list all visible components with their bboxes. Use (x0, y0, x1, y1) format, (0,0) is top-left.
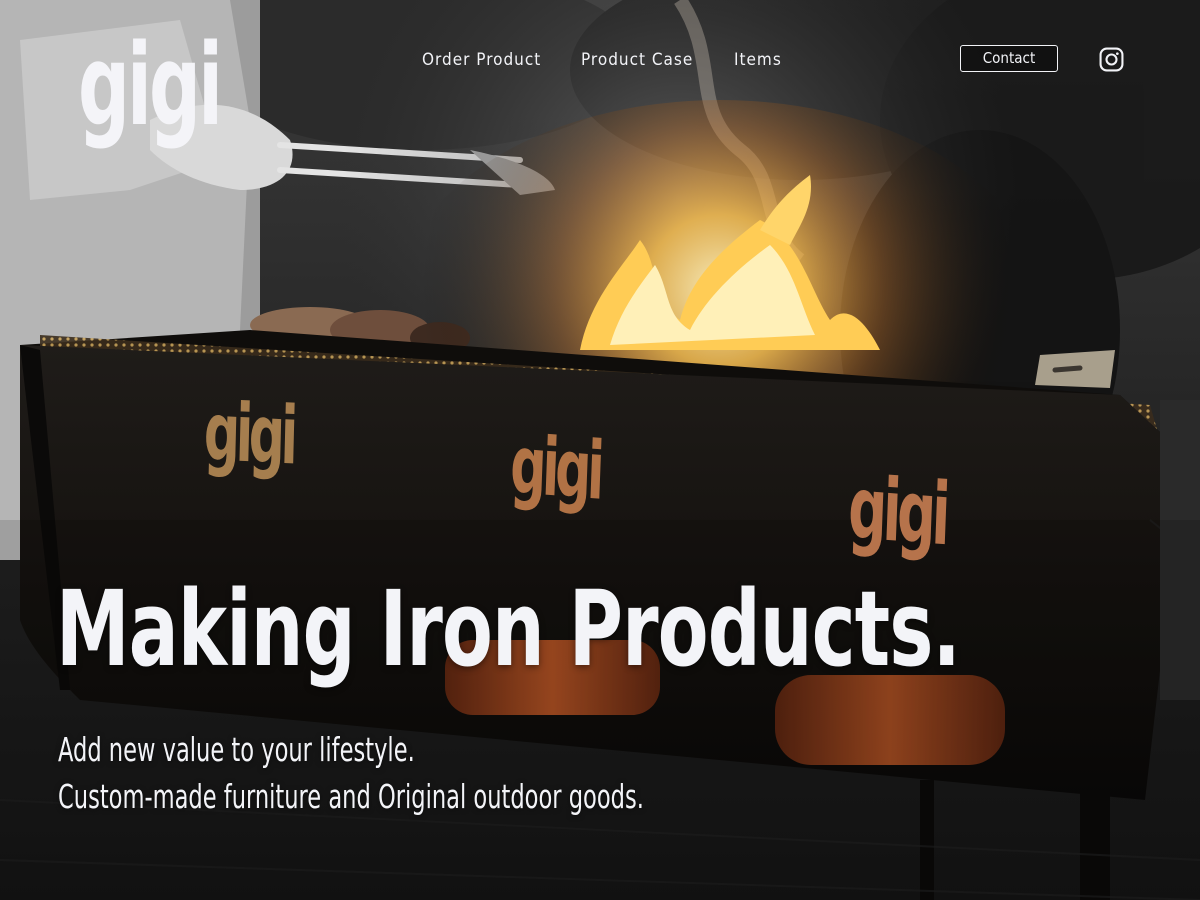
grill-cutout-logo: gigi (846, 458, 948, 566)
instagram-icon[interactable] (1099, 47, 1124, 72)
contact-button[interactable]: Contact (960, 45, 1058, 72)
nav-link-order-product[interactable]: Order Product (422, 48, 581, 72)
hero-subcopy: Add new value to your lifestyle. Custom-… (58, 726, 644, 820)
hero-section: gigi gigi gigi gigi Order Product Produc… (0, 0, 1200, 900)
hero-subline: Add new value to your lifestyle. (58, 730, 415, 769)
hero-subline: Custom-made furniture and Original outdo… (58, 777, 644, 816)
nav-link-items[interactable]: Items (734, 48, 814, 72)
nav-link-product-case[interactable]: Product Case (581, 48, 734, 72)
main-nav: Order Product Product Case Items (422, 48, 814, 72)
site-logo[interactable]: gigi (78, 30, 223, 142)
grill-cutout-logo: gigi (202, 385, 295, 483)
grill-cutout-logo: gigi (508, 418, 602, 518)
hero-headline: Making Iron Products. (56, 568, 961, 690)
